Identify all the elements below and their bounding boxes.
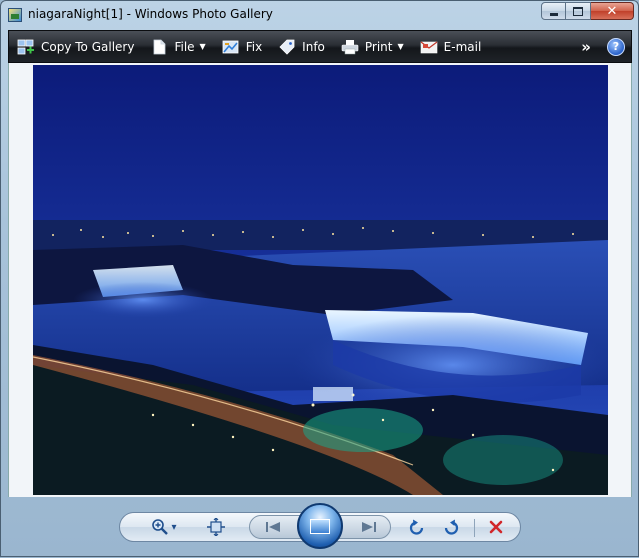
rotate-clockwise-icon xyxy=(444,519,459,535)
fit-to-window-icon xyxy=(207,518,225,536)
photo-viewer-area xyxy=(8,63,632,497)
playback-control-bar: ▾ xyxy=(1,497,638,558)
help-button[interactable]: ? xyxy=(607,37,625,56)
print-menu-label: Print xyxy=(364,39,393,54)
rotate-counterclockwise-icon xyxy=(409,519,424,535)
close-icon: ✕ xyxy=(606,3,618,19)
minimize-icon xyxy=(549,12,558,16)
email-icon xyxy=(420,41,438,53)
minimize-button[interactable] xyxy=(541,2,566,20)
file-menu-label: File xyxy=(174,39,195,54)
next-button[interactable] xyxy=(355,517,383,537)
next-icon xyxy=(362,522,376,532)
rotate-clockwise-button[interactable] xyxy=(439,515,463,539)
email-button[interactable]: E-mail xyxy=(412,31,490,62)
photo-gallery-app-icon[interactable] xyxy=(8,8,22,22)
printer-icon xyxy=(341,39,359,54)
file-menu-button[interactable]: File ▼ xyxy=(142,31,213,62)
info-button[interactable]: Info xyxy=(270,31,333,62)
niagara-night-image xyxy=(33,65,608,495)
help-icon: ? xyxy=(612,40,620,53)
copy-to-gallery-label: Copy To Gallery xyxy=(41,39,135,54)
window-title: niagaraNight[1] - Windows Photo Gallery xyxy=(28,7,273,21)
file-menu-caret-icon: ▼ xyxy=(199,42,206,51)
previous-icon xyxy=(266,522,280,532)
niagara-falls-night-photo xyxy=(33,65,608,495)
command-toolbar: Copy To Gallery File ▼ Fix Info Print ▼ … xyxy=(8,30,632,63)
maximize-button[interactable] xyxy=(566,2,591,20)
actual-size-button[interactable] xyxy=(203,515,229,539)
slide-show-icon xyxy=(310,518,330,534)
zoom-caret-icon: ▾ xyxy=(171,521,177,533)
fix-icon xyxy=(222,40,239,53)
print-menu-caret-icon: ▼ xyxy=(397,42,404,51)
print-menu-button[interactable]: Print ▼ xyxy=(333,31,412,62)
delete-button[interactable] xyxy=(484,515,508,539)
slide-show-button[interactable] xyxy=(297,503,343,549)
toolbar-overflow-chevron-icon[interactable]: » xyxy=(581,38,591,56)
info-label: Info xyxy=(302,39,325,54)
previous-button[interactable] xyxy=(259,517,287,537)
close-button[interactable]: ✕ xyxy=(591,2,634,20)
info-tag-icon xyxy=(279,39,295,55)
delete-x-icon xyxy=(489,520,503,534)
window-controls: ✕ xyxy=(541,2,634,21)
email-label: E-mail xyxy=(443,39,482,54)
title-bar[interactable]: niagaraNight[1] - Windows Photo Gallery … xyxy=(1,1,638,29)
magnifier-zoom-icon xyxy=(152,519,169,535)
fix-button[interactable]: Fix xyxy=(214,31,270,62)
photo-gallery-window: niagaraNight[1] - Windows Photo Gallery … xyxy=(0,0,639,557)
copy-to-gallery-button[interactable]: Copy To Gallery xyxy=(9,31,142,62)
rotate-counterclockwise-button[interactable] xyxy=(405,515,429,539)
fix-label: Fix xyxy=(245,39,263,54)
toolbar-right-area: » ? xyxy=(581,37,631,56)
copy-to-gallery-icon xyxy=(17,39,34,54)
zoom-button[interactable]: ▾ xyxy=(147,515,181,539)
file-icon xyxy=(154,39,166,54)
maximize-icon xyxy=(573,6,583,16)
control-separator xyxy=(474,519,475,537)
